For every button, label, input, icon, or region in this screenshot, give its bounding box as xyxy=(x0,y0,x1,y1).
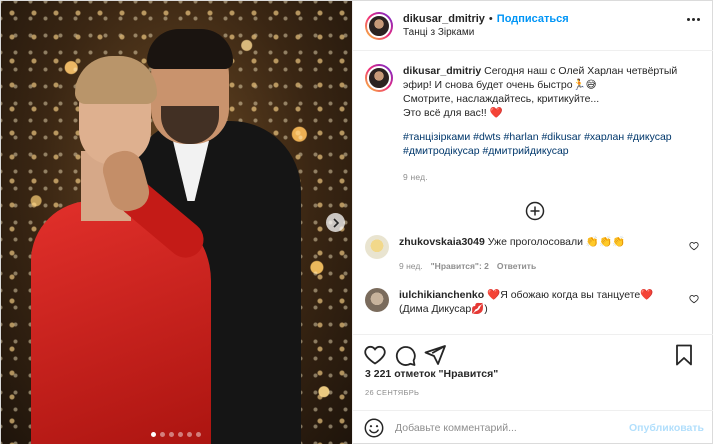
heart-emoji: ❤️ xyxy=(640,289,654,301)
carousel-dot xyxy=(160,432,165,437)
publish-button[interactable]: Опубликовать xyxy=(629,422,704,434)
kiss-emoji: 💋 xyxy=(471,303,485,315)
clap-emoji: 👏👏👏 xyxy=(585,236,626,248)
heart-emoji: ❤️ xyxy=(487,289,501,301)
chevron-right-icon xyxy=(332,217,339,228)
carousel-dots xyxy=(151,432,201,437)
commenter-avatar[interactable] xyxy=(365,235,389,259)
carousel-dot xyxy=(178,432,183,437)
like-comment-heart-icon[interactable] xyxy=(689,294,699,304)
man-hair xyxy=(147,29,233,69)
comment-text-suffix: (Дима Дикусар xyxy=(399,303,472,315)
plus-circle-icon xyxy=(525,201,545,221)
carousel-dot xyxy=(169,432,174,437)
caption-text-line3: Это всё для вас!! xyxy=(403,107,487,119)
comment-item: zhukovskaia3049 Уже проголосовали 👏👏👏 9 … xyxy=(365,235,703,273)
share-paper-plane-icon[interactable] xyxy=(423,343,447,367)
caption-username[interactable]: dikusar_dmitriy xyxy=(403,65,481,77)
emoji-smiley-icon[interactable] xyxy=(363,417,385,439)
like-comment-heart-icon[interactable] xyxy=(689,241,699,251)
comment-time[interactable]: 9 нед. xyxy=(399,259,423,273)
hashtags-line1[interactable]: #танцізірками #dwts #harlan #dikusar #ха… xyxy=(403,131,672,143)
comment-item: iulchikianchenko ❤️Я обожаю когда вы тан… xyxy=(365,288,703,316)
comment-text: Уже проголосовали xyxy=(487,236,583,248)
follow-button[interactable]: Подписаться xyxy=(497,13,569,25)
author-avatar[interactable] xyxy=(365,11,393,40)
load-more-comments-button[interactable] xyxy=(525,201,545,221)
post-header: dikusar_dmitriy • Подписаться Танці з Зі… xyxy=(353,1,713,51)
post-date[interactable]: 26 СЕНТЯБРЬ xyxy=(365,388,419,397)
comment-text: Я обожаю когда вы танцуете xyxy=(500,289,641,301)
comment-username[interactable]: iulchikianchenko xyxy=(399,289,484,301)
carousel-dot xyxy=(187,432,192,437)
like-heart-icon[interactable] xyxy=(363,343,387,367)
runner-emoji: 🏃😅 xyxy=(572,79,597,91)
carousel-dot xyxy=(151,432,156,437)
add-comment-bar: Опубликовать xyxy=(353,410,713,444)
post-photo[interactable] xyxy=(1,1,352,444)
comment-bubble-icon[interactable] xyxy=(393,343,417,367)
separator-dot: • xyxy=(488,13,493,25)
more-options-icon[interactable] xyxy=(687,18,700,21)
caption-avatar[interactable] xyxy=(365,64,393,92)
reply-button[interactable]: Ответить xyxy=(497,259,536,273)
author-username[interactable]: dikusar_dmitriy xyxy=(403,13,485,25)
caption-avatar-image xyxy=(367,66,391,90)
save-bookmark-icon[interactable] xyxy=(672,343,696,367)
comment-input[interactable] xyxy=(395,422,630,434)
commenter-avatar[interactable] xyxy=(365,288,389,312)
caption-text-line2: Смотрите, наслаждайтесь, критикуйте... xyxy=(403,93,600,105)
comment-username[interactable]: zhukovskaia3049 xyxy=(399,236,485,248)
instagram-post: dikusar_dmitriy • Подписаться Танці з Зі… xyxy=(0,0,713,444)
comment-likes[interactable]: "Нравится": 2 xyxy=(431,259,489,273)
heart-emoji: ❤️ xyxy=(489,107,503,119)
comment-text-end: ) xyxy=(484,303,488,315)
comments-section: dikusar_dmitriy Сегодня наш с Олей Харла… xyxy=(353,52,713,334)
caption-time[interactable]: 9 нед. xyxy=(403,170,693,184)
likes-count[interactable]: 3 221 отметок "Нравится" xyxy=(365,368,498,380)
post-location[interactable]: Танці з Зірками xyxy=(403,27,569,38)
carousel-dot xyxy=(196,432,201,437)
caption: dikusar_dmitriy Сегодня наш с Олей Харла… xyxy=(365,64,702,184)
author-avatar-image xyxy=(367,13,391,38)
carousel-next-button[interactable] xyxy=(326,213,345,232)
post-side-panel: dikusar_dmitriy • Подписаться Танці з Зі… xyxy=(352,1,713,444)
caption-hashtags[interactable]: #танцізірками #dwts #harlan #dikusar #ха… xyxy=(403,130,693,158)
hashtags-line2[interactable]: #дмитродікусар #дмитрийдикусар xyxy=(403,145,569,157)
